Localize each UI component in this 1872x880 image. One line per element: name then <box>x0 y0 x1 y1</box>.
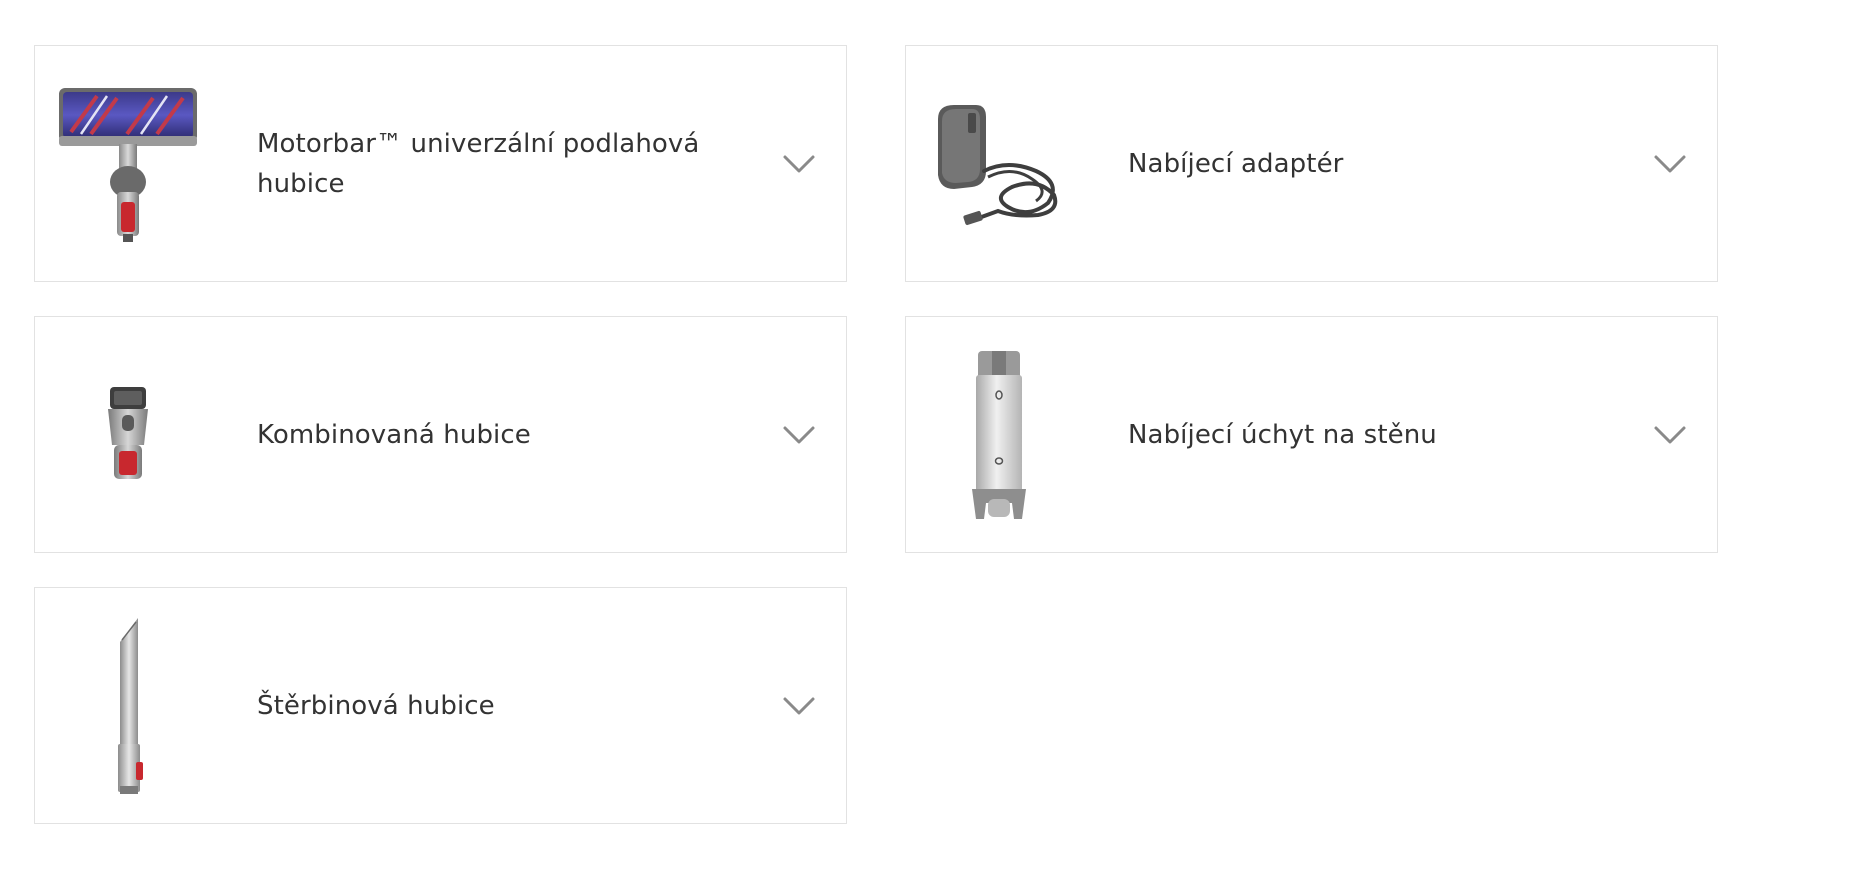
charging-adapter-icon <box>928 70 1070 258</box>
accessory-card-combination-tool[interactable]: Kombinovaná hubice <box>34 316 847 553</box>
chevron-down-icon[interactable] <box>1653 424 1687 446</box>
accessory-name: Štěrbinová hubice <box>257 690 495 721</box>
chevron-down-icon[interactable] <box>782 424 816 446</box>
chevron-down-icon[interactable] <box>782 153 816 175</box>
combination-tool-icon <box>57 341 199 529</box>
accessory-card-wall-dock[interactable]: Nabíjecí úchyt na stěnu <box>905 316 1718 553</box>
motorbar-floor-head-icon <box>57 70 199 258</box>
accessory-card-motorbar[interactable]: Motorbar™ univerzální podlahová hubice <box>34 45 847 282</box>
chevron-down-icon[interactable] <box>782 695 816 717</box>
accessory-card-crevice-tool[interactable]: Štěrbinová hubice <box>34 587 847 824</box>
accessory-name: Kombinovaná hubice <box>257 419 531 450</box>
accessory-name: Nabíjecí úchyt na stěnu <box>1128 419 1437 450</box>
wall-dock-icon <box>928 341 1070 529</box>
accessory-card-charging-adapter[interactable]: Nabíjecí adaptér <box>905 45 1718 282</box>
accessories-grid: Motorbar™ univerzální podlahová hubice N… <box>34 45 1718 824</box>
accessory-name: Nabíjecí adaptér <box>1128 148 1344 179</box>
chevron-down-icon[interactable] <box>1653 153 1687 175</box>
accessory-name: Motorbar™ univerzální podlahová hubice <box>257 128 700 199</box>
crevice-tool-icon <box>57 612 199 800</box>
